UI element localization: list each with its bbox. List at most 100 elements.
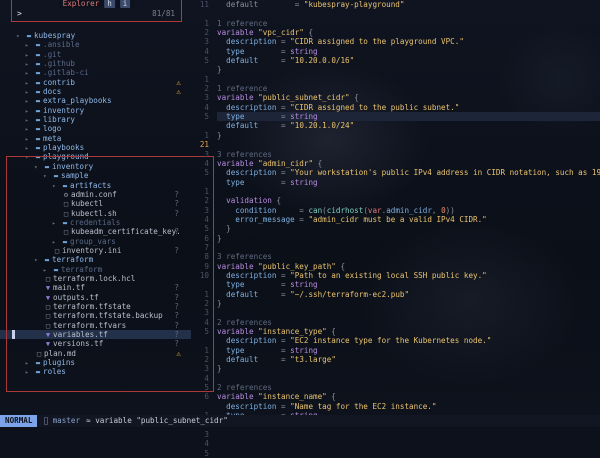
code-line[interactable]: description = "Path to an existing local… (217, 271, 600, 280)
tree-item-label: artifacts (70, 180, 112, 190)
tree-folder[interactable]: ▸ ▬ roles (0, 367, 191, 376)
code-line[interactable] (217, 75, 600, 84)
filter-prompt-icon[interactable]: > (17, 9, 22, 18)
tree-folder[interactable]: ▸ ▬ .github (0, 59, 191, 68)
code-line[interactable]: description = "EC2 instance type for the… (217, 336, 600, 345)
code-line[interactable]: } (217, 364, 600, 373)
tree-file[interactable]: □ kubectl.sh? (0, 209, 191, 218)
code-line[interactable]: description = "CIDR assigned to the publ… (217, 103, 600, 112)
tree-folder[interactable]: ▸ ▬ meta (0, 134, 191, 143)
tree-file[interactable]: □ terraform.tfvars? (0, 321, 191, 330)
tree-folder[interactable]: ▾ ▬ terraform (0, 255, 191, 264)
line-number (191, 336, 213, 345)
tree-file[interactable]: □ kubectl? (0, 199, 191, 208)
code-token: can (308, 205, 323, 215)
code-line[interactable]: 2 references (217, 318, 600, 327)
tree-folder[interactable]: ▸ ▬ .gitlab-ci (0, 68, 191, 77)
code-token: "EC2 instance type for the Kubernetes no… (290, 336, 492, 346)
tree-folder[interactable]: ▸ ▬ extra_playbooks (0, 96, 191, 105)
tree-folder[interactable]: ▸ ▬ docs ⚠ (0, 87, 191, 96)
tree-folder[interactable]: ▸ ▬ credentials (0, 218, 191, 227)
line-number: 3 (204, 364, 209, 374)
tree-folder[interactable]: ▸ ▬ logo (0, 124, 191, 133)
tree-folder[interactable]: ▸ ▬ inventory (0, 106, 191, 115)
code-line[interactable] (217, 374, 600, 383)
code-line[interactable]: type = string (217, 346, 600, 355)
code-line[interactable]: type = string (217, 112, 600, 122)
code-line[interactable]: variable "vpc_cidr" { (217, 28, 600, 37)
code-line[interactable]: type = string (217, 178, 600, 187)
code-line[interactable]: default = "kubespray-playground" (217, 0, 600, 9)
tree-file[interactable]: □ terraform.tfstate.backup? (0, 311, 191, 320)
code-line[interactable]: variable "public_subnet_cidr" { (217, 93, 600, 102)
tree-file[interactable]: ▼ outputs.tf? (0, 293, 191, 302)
code-token: = (258, 289, 291, 299)
tree-folder[interactable]: ▾ ▬ playground (0, 152, 191, 161)
code-line[interactable] (217, 308, 600, 317)
line-number: 2 (204, 28, 209, 38)
code-line[interactable]: description = "CIDR assigned to the play… (217, 37, 600, 46)
explorer-title: Explorer (62, 0, 100, 8)
code-line[interactable] (217, 140, 600, 149)
tree-folder[interactable]: ▸ ▬ .git (0, 50, 191, 59)
code-line[interactable]: 3 references (217, 150, 600, 159)
tree-item-label: kubespray (34, 31, 76, 40)
tree-folder[interactable]: ▸ ▬ contrib ⚠ (0, 78, 191, 87)
tree-file[interactable]: ▼ main.tf? (0, 283, 191, 292)
code-line[interactable]: 1 reference (217, 84, 600, 93)
code-line[interactable]: 1 reference (217, 19, 600, 28)
code-line[interactable]: variable "instance_type" { (217, 327, 600, 336)
code-line[interactable]: type = string (217, 47, 600, 56)
tree-folder[interactable]: ▾ ▬ kubespray (0, 31, 191, 40)
code-line[interactable]: default = "10.20.0.0/16" (217, 56, 600, 65)
code-line[interactable]: } (217, 234, 600, 243)
code-token: variable (217, 158, 259, 168)
code-line[interactable]: default = "10.20.1.0/24" (217, 121, 600, 130)
tree-folder[interactable]: ▸ ▬ playbooks (0, 143, 191, 152)
code-line[interactable] (217, 9, 600, 18)
code-line[interactable] (217, 187, 600, 196)
code-line[interactable]: type = string (217, 280, 600, 289)
tree-folder[interactable]: ▾ ▬ inventory (0, 162, 191, 171)
code-line[interactable]: description = "Your workstation's public… (217, 168, 600, 177)
code-line[interactable]: validation { (217, 196, 600, 205)
code-line[interactable]: error_message = "admin_cidr must be a va… (217, 215, 600, 224)
code-line[interactable] (217, 243, 600, 252)
code-editor[interactable]: default = "kubespray-playground" 1 refer… (217, 0, 600, 420)
tree-file[interactable]: □ terraform.tfstate? (0, 302, 191, 311)
tree-folder[interactable]: ▾ ▬ sample (0, 171, 191, 180)
code-line[interactable]: default = "~/.ssh/terraform-ec2.pub" (217, 290, 600, 299)
toggle-ignored-key[interactable]: i (119, 0, 131, 8)
tree-file[interactable]: ▼ variables.tf? (0, 330, 191, 340)
tree-folder[interactable]: ▸ ▬ terraform (0, 265, 191, 274)
code-line[interactable]: } (217, 131, 600, 140)
tree-file[interactable]: □ inventory.ini? (0, 246, 191, 255)
tree-file[interactable]: □ kubeadm_certificate_key.? (0, 227, 191, 236)
tree-folder[interactable]: ▸ ▬ group_vars (0, 237, 191, 246)
tree-file[interactable]: ⚙ admin.conf? (0, 190, 191, 199)
code-token: string (290, 46, 318, 56)
code-line[interactable]: } (217, 299, 600, 308)
code-line[interactable]: description = "Name tag for the EC2 inst… (217, 402, 600, 411)
toggle-hidden-key[interactable]: h (104, 0, 115, 8)
code-line[interactable]: } (217, 65, 600, 74)
code-line[interactable]: variable "instance_name" { (217, 392, 600, 401)
tree-file[interactable]: ▼ versions.tf? (0, 339, 191, 348)
code-line[interactable]: 3 references (217, 252, 600, 261)
code-token: default = (217, 0, 304, 9)
tree-file[interactable]: □ plan.md ⚠ (0, 349, 191, 358)
tree-folder[interactable]: ▸ ▬ library (0, 115, 191, 124)
code-line[interactable]: variable "public_key_path" { (217, 262, 600, 271)
code-line[interactable]: 2 references (217, 383, 600, 392)
code-line[interactable]: condition = can(cidrhost(var.admin_cidr,… (217, 206, 600, 215)
code-line[interactable]: default = "t3.large" (217, 355, 600, 364)
tree-file[interactable]: □ terraform.lock.hcl (0, 274, 191, 283)
code-token: default (217, 289, 259, 299)
tree-folder[interactable]: ▸ ▬ .ansible (0, 40, 191, 49)
code-line[interactable]: variable "admin_cidr" { (217, 159, 600, 168)
tree-folder[interactable]: ▾ ▬ artifacts (0, 181, 191, 190)
code-line[interactable]: } (217, 224, 600, 233)
tree-folder[interactable]: ▸ ▬ plugins (0, 358, 191, 367)
chevron-right-icon[interactable]: ▸ (25, 368, 33, 377)
line-number: 4 (204, 102, 209, 112)
